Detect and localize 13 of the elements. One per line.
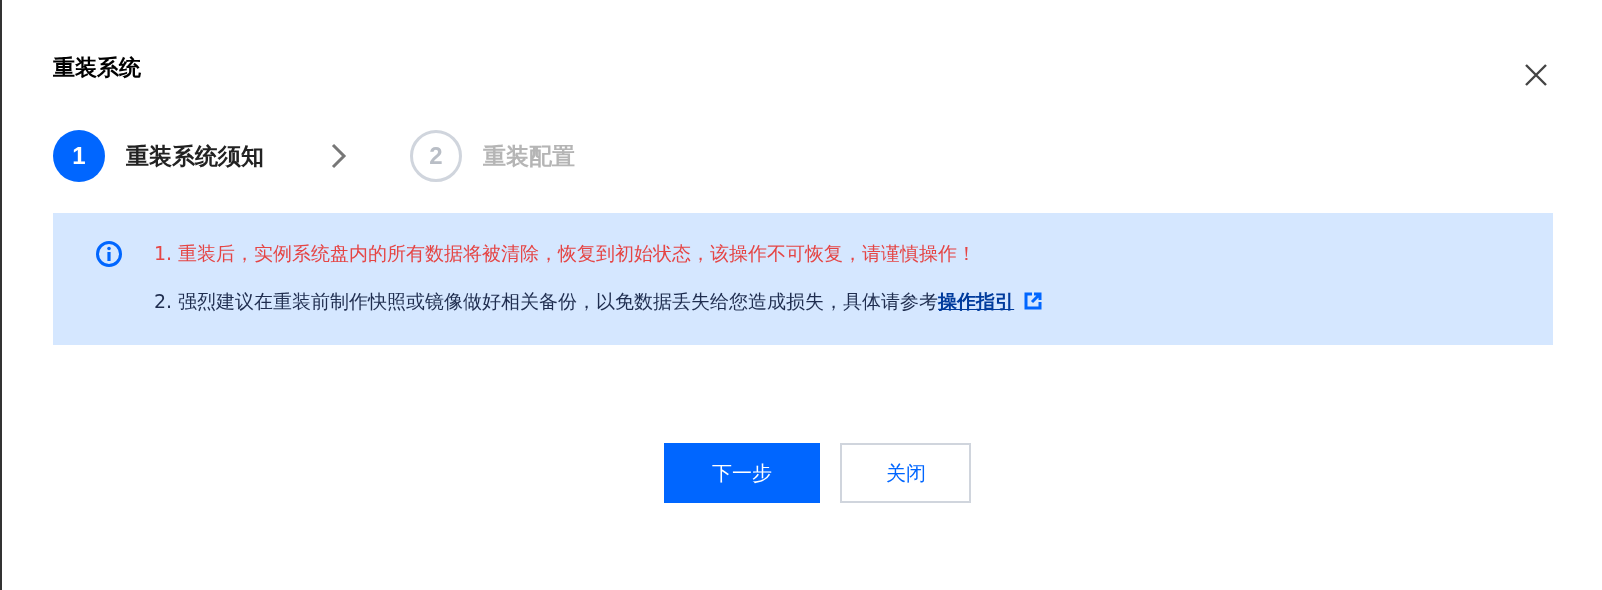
step-label[interactable]: 重装系统须知	[126, 140, 264, 172]
external-link-icon[interactable]	[1024, 292, 1043, 310]
dialog-title: 重装系统	[53, 54, 141, 82]
next-button[interactable]: 下一步	[664, 443, 820, 503]
notice-text: 1. 重装后，实例系统盘内的所有数据将被清除，恢复到初始状态，该操作不可恢复，请谨慎操作！	[154, 241, 977, 266]
step-number: 2	[410, 130, 462, 182]
notice-text: 2. 强烈建议在重装前制作快照或镜像做好相关备份，以免数据丢失给您造成损失，具体请参考操作指引	[154, 289, 1015, 314]
close-icon[interactable]	[1524, 63, 1548, 87]
info-icon	[95, 240, 123, 268]
chevron-icon	[331, 143, 347, 169]
guide-link[interactable]: 操作指引	[938, 290, 1015, 312]
close-button[interactable]: 关闭	[840, 443, 971, 503]
step-number: 1	[53, 130, 105, 182]
